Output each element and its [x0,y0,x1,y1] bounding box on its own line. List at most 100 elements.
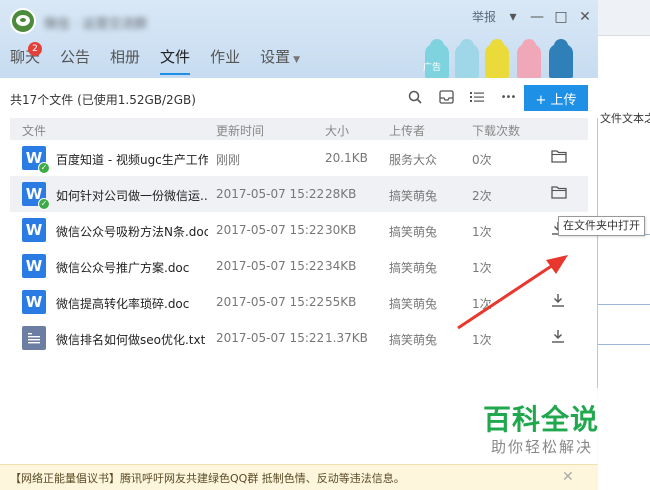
file-uploader: 搞笑萌兔 [389,189,438,203]
table-row[interactable]: W 微信公众号推广方案.doc 2017-05-07 15:22 34KB 搞笑… [10,248,588,284]
column-header-downloads[interactable]: 下载次数 [472,122,520,139]
tab-files[interactable]: 文件 [160,46,191,75]
tab-label: 文件 [160,48,191,66]
group-tabs: 聊天 2 公告 相册 文件 作业 设置 ▼ [10,42,320,75]
ad-label: 广告 [423,63,442,73]
table-row[interactable]: 微信排名如何做seo优化.txt 2017-05-07 15:22 1.37KB… [10,320,588,356]
file-name[interactable]: 微信提高转化率琐碎.doc [56,295,189,312]
ad-banner[interactable]: 广告 [415,38,595,78]
tab-homework[interactable]: 作业 [210,46,240,75]
maximize-icon[interactable]: □ [554,9,568,25]
word-file-icon: W ✓ [22,146,50,174]
unread-badge: 2 [28,42,42,56]
file-uploader: 服务大众 [389,153,438,167]
column-header-uploader[interactable]: 上传者 [389,122,425,139]
file-uploader: 搞笑萌兔 [389,225,438,239]
group-name-blurred: 微信 · 运营交流群 [44,17,148,32]
file-size: 55KB [325,295,357,309]
word-file-icon: W ✓ [22,182,50,210]
group-avatar[interactable] [10,8,36,34]
close-icon[interactable]: ✕ [578,9,592,25]
column-header-time[interactable]: 更新时间 [216,122,264,139]
tab-chat[interactable]: 聊天 2 [10,42,42,75]
check-icon: ✓ [38,198,50,210]
close-icon[interactable]: ✕ [562,469,574,485]
list-view-icon[interactable] [468,88,486,106]
folder-icon[interactable] [551,185,569,203]
file-downloads: 0次 [472,153,492,167]
file-time: 2017-05-07 15:22 [216,295,325,309]
notice-bar: 【网络正能量倡议书】腾讯呼吁网友共建绿色QQ群 抵制色情、反动等违法信息。 ✕ [0,464,598,490]
tab-label: 作业 [210,48,241,66]
tab-label: 相册 [110,48,141,66]
file-size: 20.1KB [325,151,368,165]
toolbar-icons: ••• [406,88,517,106]
tab-album[interactable]: 相册 [110,46,140,75]
table-row[interactable]: W ✓ 如何针对公司做一份微信运... 2017-05-07 15:22 28KB… [10,176,588,212]
file-downloads: 1次 [472,297,492,311]
file-uploader: 搞笑萌兔 [389,297,438,311]
check-icon: ✓ [38,162,50,174]
search-icon[interactable] [406,88,424,106]
download-icon[interactable] [551,293,569,311]
inbox-icon[interactable] [437,88,455,106]
background-window-text: 文件文本之 [600,112,650,125]
column-header-name[interactable]: 文件 [22,122,46,139]
window-controls: 举报 ▾ — □ ✕ [472,8,592,25]
watermark-subtitle: 助你轻松解决 [491,438,594,456]
jacket-image [549,39,573,78]
table-row[interactable]: W 微信公众号吸粉方法N条.doc 2017-05-07 15:22 30KB … [10,212,588,248]
download-icon[interactable] [551,329,569,347]
file-table-header: 文件 更新时间 大小 上传者 下载次数 [10,118,588,140]
upload-button[interactable]: + 上传 [524,85,588,111]
file-uploader: 搞笑萌兔 [389,261,438,275]
file-time: 2017-05-07 15:22 [216,331,325,345]
file-size: 1.37KB [325,331,368,345]
file-size: 28KB [325,187,357,201]
watermark-title: 百科全说 [483,403,600,436]
tab-announcement[interactable]: 公告 [60,46,90,75]
file-downloads: 1次 [472,261,492,275]
file-name[interactable]: 微信公众号吸粉方法N条.doc [56,223,208,240]
jacket-image [485,39,509,78]
jacket-image [455,39,479,78]
file-time: 2017-05-07 15:22 [216,259,325,273]
window-header: 微信 · 运营交流群 举报 ▾ — □ ✕ 聊天 2 公告 相册 文件 作业 设… [0,0,598,78]
word-file-icon: W [22,254,46,278]
notice-text[interactable]: 【网络正能量倡议书】腾讯呼吁网友共建绿色QQ群 抵制色情、反动等违法信息。 [10,470,405,486]
background-window-titlebar [598,0,650,36]
watermark-logo: 百科全说 助你轻松解决 [463,388,623,464]
word-file-icon: W [22,290,46,314]
report-button[interactable]: 举报 [472,8,496,25]
table-row[interactable]: W 微信提高转化率琐碎.doc 2017-05-07 15:22 55KB 搞笑… [10,284,588,320]
tooltip-open-in-folder: 在文件夹中打开 [558,216,645,236]
folder-icon[interactable] [551,149,569,167]
chevron-down-icon[interactable]: ▾ [506,9,520,25]
file-downloads: 1次 [472,225,492,239]
tab-label: 设置 [260,48,291,66]
file-size: 30KB [325,223,357,237]
file-time: 2017-05-07 15:22 [216,187,325,201]
file-count-summary: 共17个文件 (已使用1.52GB/2GB) [10,93,196,107]
caret-down-icon: ▼ [293,55,301,65]
more-icon[interactable]: ••• [499,88,517,106]
file-toolbar: 共17个文件 (已使用1.52GB/2GB) ••• [0,78,598,118]
file-uploader: 搞笑萌兔 [389,333,438,347]
file-name[interactable]: 如何针对公司做一份微信运... [56,187,208,204]
file-name[interactable]: 百度知道 - 视频ugc生产工作... [56,151,208,168]
file-time: 2017-05-07 15:22 [216,223,325,237]
text-file-icon [22,326,46,350]
file-table-body: W ✓ 百度知道 - 视频ugc生产工作... 刚刚 20.1KB 服务大众 0次… [10,140,588,356]
file-name[interactable]: 微信排名如何做seo优化.txt [56,331,205,348]
tab-settings[interactable]: 设置 ▼ [260,46,300,75]
file-time: 刚刚 [216,153,241,167]
minimize-icon[interactable]: — [530,9,544,25]
file-downloads: 1次 [472,333,492,347]
file-size: 34KB [325,259,357,273]
column-header-size[interactable]: 大小 [325,122,349,139]
file-downloads: 2次 [472,189,492,203]
tab-label: 公告 [60,48,91,66]
background-divider [598,304,650,305]
table-row[interactable]: W ✓ 百度知道 - 视频ugc生产工作... 刚刚 20.1KB 服务大众 0次 [10,140,588,176]
file-name[interactable]: 微信公众号推广方案.doc [56,259,189,276]
